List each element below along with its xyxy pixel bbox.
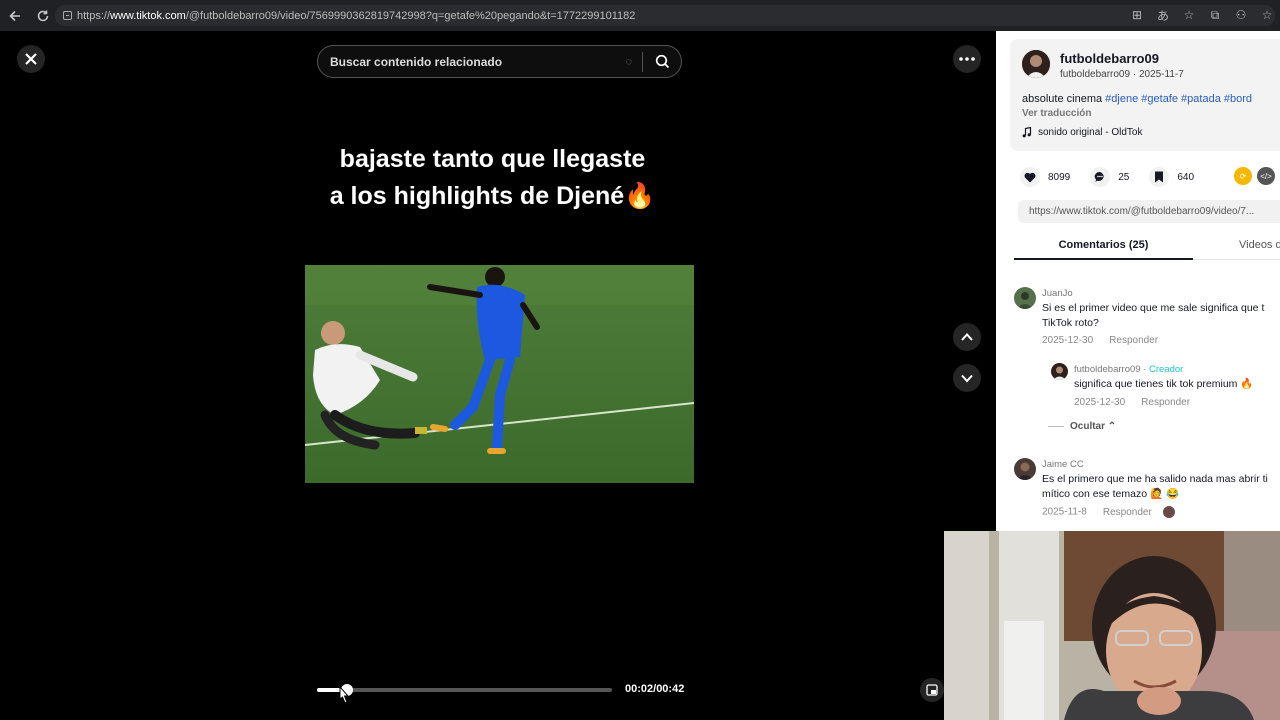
tab-creator-videos[interactable]: Videos d [1239,239,1280,251]
loading-icon: ◌ [625,55,632,68]
picture-in-picture-button[interactable] [920,678,944,702]
reply-date: 2025-12-30 [1074,397,1126,408]
reload-icon[interactable] [33,6,53,26]
previous-video-button[interactable] [953,323,981,351]
embed-code-icon[interactable]: </> [1257,167,1275,185]
heart-icon [1020,167,1040,187]
sound-link[interactable]: sonido original - OldTok [1022,127,1143,138]
caption-line-1: bajaste tanto que llegaste [339,145,646,173]
video-caption: bajaste tanto que llegaste a los highlig… [300,141,685,215]
like-button[interactable]: 8099 [1020,167,1070,187]
picture-in-picture-icon [926,684,938,696]
comment-meta: 2025-12-30 Responder [1042,335,1158,346]
search-input[interactable]: Buscar contenido relacionado [330,55,625,69]
related-search[interactable]: Buscar contenido relacionado ◌ [317,45,682,78]
engagement-stats: 8099 25 640 [1020,167,1214,187]
comment-text: Es el primero que me ha salido nada mas … [1042,473,1268,500]
translate-icon[interactable]: あ [1154,6,1172,24]
progress-bar[interactable] [317,684,612,696]
search-icon [655,54,669,69]
favorites-icon[interactable]: ☆ [1258,6,1276,24]
address-bar[interactable]: https://www.tiktok.com/@futboldebarro09/… [55,5,1275,26]
browser-toolbar: https://www.tiktok.com/@futboldebarro09/… [0,0,1280,31]
comment-text: Si es el primer video que me sale signif… [1042,302,1265,329]
bookmark-icon [1149,167,1170,187]
translate-link[interactable]: Ver traducción [1022,108,1091,119]
hide-replies-button[interactable]: Ocultar ⌃ [1048,421,1116,432]
tab-comments[interactable]: Comentarios (25) [1014,239,1193,260]
chevron-down-icon [961,374,973,383]
music-note-icon [1022,127,1032,138]
comment-avatar[interactable] [1014,458,1036,480]
next-video-button[interactable] [953,364,981,392]
author-avatar[interactable] [1022,50,1050,78]
creator-badge: Creador [1149,364,1184,375]
reply-button[interactable]: Responder [1109,335,1158,346]
comment-icon [1090,167,1111,187]
copy-link-field[interactable]: https://www.tiktok.com/@futboldebarro09/… [1018,200,1280,223]
url-text: https://www.tiktok.com/@futboldebarro09/… [77,9,636,22]
post-description: absolute cinema #djene #getafe #patada #… [1022,93,1253,105]
comment-username[interactable]: Jaime CC [1042,459,1084,470]
chevron-up-icon [961,333,973,341]
caption-line-2: a los highlights de Djené🔥 [329,182,656,210]
video-frame[interactable] [305,265,694,483]
details-panel: futboldebarro09 futboldebarro09 · 2025-1… [996,31,1280,531]
hashtag-getafe[interactable]: #getafe [1141,93,1178,105]
comment-avatar[interactable] [1014,287,1036,309]
mouse-cursor-icon [337,685,350,709]
site-info-icon[interactable] [57,6,77,26]
post-info-card: futboldebarro09 futboldebarro09 · 2025-1… [1010,39,1280,151]
fire-emoji: 🔥 [624,182,656,210]
comment-username[interactable]: JuanJo [1042,288,1073,299]
time-display: 00:02/00:42 [625,683,685,695]
reply-username: futboldebarro09 · Creador [1074,364,1184,375]
reply-text: significa que tienes tik tok premium 🔥 [1074,378,1254,390]
author-meta: futboldebarro09 · 2025-11-7 [1060,69,1184,80]
comment-count: 25 [1118,171,1130,183]
hashtag-patada[interactable]: #patada [1181,93,1221,105]
app-icon[interactable]: ⊞ [1128,6,1146,24]
comment-date: 2025-12-30 [1042,335,1094,346]
like-count: 8099 [1048,171,1071,183]
reply-button[interactable]: Responder [1141,397,1190,408]
comment-button[interactable]: 25 [1090,167,1129,187]
panel-tabs: Comentarios (25) Videos d [1014,233,1280,260]
close-icon [25,53,37,65]
search-button[interactable] [643,54,681,69]
hashtag-bord[interactable]: #bord [1224,93,1252,105]
more-icon [959,57,975,61]
webcam-overlay [944,531,1280,720]
share-coin-icon[interactable]: ⟳ [1234,167,1252,185]
video-player: Buscar contenido relacionado ◌ bajaste t… [0,31,996,720]
save-count: 640 [1177,171,1195,183]
extensions-icon[interactable]: ⧉ [1206,6,1224,24]
more-options-button[interactable] [953,45,981,73]
save-button[interactable]: 640 [1149,167,1194,187]
comment-meta: 2025-11-8 Responder [1042,506,1175,518]
profile-icon[interactable]: ⚇ [1232,6,1250,24]
author-name[interactable]: futboldebarro09 [1060,51,1159,66]
reply-avatar[interactable] [1051,363,1068,380]
comment-date: 2025-11-8 [1042,506,1087,518]
creator-liked-avatar [1162,506,1175,518]
reply-meta: 2025-12-30 Responder [1074,397,1190,408]
back-icon[interactable] [5,6,25,26]
star-icon[interactable]: ☆ [1180,6,1198,24]
reply-button[interactable]: Responder [1103,507,1152,518]
hashtag-djene[interactable]: #djene [1105,93,1138,105]
close-button[interactable] [17,45,45,73]
